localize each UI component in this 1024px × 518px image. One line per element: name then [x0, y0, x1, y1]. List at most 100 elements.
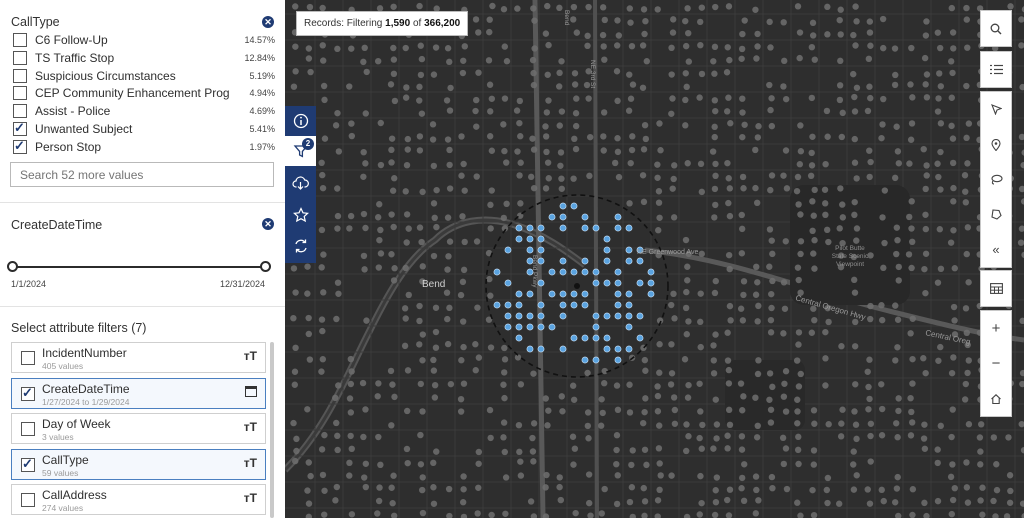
clear-calltype-icon[interactable]: ✕	[262, 16, 274, 28]
map-search-button[interactable]	[981, 11, 1011, 46]
incident-point	[839, 214, 847, 221]
incident-point	[320, 57, 327, 64]
zoom-in-button[interactable]: +	[981, 311, 1011, 346]
slider-min-handle[interactable]	[7, 261, 18, 272]
select-polygon-button[interactable]	[981, 197, 1011, 232]
incident-point	[866, 500, 874, 507]
incident-point	[853, 225, 861, 232]
incident-point	[642, 367, 649, 374]
attribute-checkbox[interactable]	[21, 493, 35, 507]
home-button[interactable]	[981, 381, 1011, 416]
attribute-filter-card[interactable]: CallAddress 274 values тT	[11, 484, 266, 515]
incident-point	[892, 357, 899, 364]
calltype-checkbox[interactable]	[13, 50, 27, 65]
attribute-filter-card[interactable]: Day of Week 3 values тT	[11, 413, 266, 444]
search-more-values-input[interactable]	[10, 162, 274, 187]
layer-list-control[interactable]	[980, 51, 1012, 88]
incident-point	[569, 382, 577, 389]
attribute-checkbox[interactable]	[21, 422, 35, 436]
calltype-option[interactable]: TS Traffic Stop 12.84%	[13, 50, 275, 67]
slider-max-handle[interactable]	[260, 261, 271, 272]
incident-point	[503, 200, 510, 208]
calltype-option[interactable]: Person Stop 1.97%	[13, 138, 275, 156]
map-view[interactable]: Bend Central Oregon Hwy Central Oreg NE Gre…	[285, 0, 1024, 518]
select-point-button[interactable]	[981, 127, 1011, 162]
incident-point	[558, 58, 565, 65]
incident-point	[375, 380, 382, 387]
incident-point	[740, 278, 748, 285]
incident-point	[402, 264, 409, 272]
filter-button[interactable]: 2	[285, 136, 316, 166]
incident-point	[375, 433, 382, 441]
incident-point	[529, 448, 537, 455]
incident-point	[739, 95, 746, 102]
incident-point	[697, 290, 704, 297]
incident-point	[726, 212, 734, 220]
favorite-button[interactable]	[285, 200, 316, 230]
incident-point	[950, 198, 957, 205]
select-pointer-button[interactable]	[981, 92, 1011, 127]
incident-point	[614, 135, 621, 142]
clear-date-icon[interactable]: ✕	[262, 218, 274, 230]
incident-point	[332, 497, 339, 504]
calltype-checkbox[interactable]	[13, 68, 27, 83]
calltype-checkbox[interactable]	[13, 138, 27, 154]
incident-point	[867, 315, 874, 323]
incident-point	[668, 370, 676, 377]
incident-point	[641, 446, 649, 453]
select-lasso-button[interactable]	[981, 162, 1011, 197]
table-control[interactable]	[980, 270, 1012, 307]
incident-point	[486, 406, 494, 414]
search-control[interactable]	[980, 10, 1012, 47]
refresh-button[interactable]	[285, 231, 316, 261]
download-button[interactable]	[285, 168, 316, 198]
incident-point	[836, 82, 844, 89]
info-button[interactable]	[285, 106, 316, 136]
incident-point	[920, 435, 928, 442]
map-canvas[interactable]: BendCentral Oregon HwyCentral OregNE Gre…	[285, 0, 1024, 518]
incident-point	[402, 94, 410, 101]
attribute-checkbox[interactable]	[21, 351, 35, 365]
incident-point	[867, 420, 875, 427]
zoom-out-button[interactable]: −	[981, 346, 1011, 381]
calltype-option[interactable]: CEP Community Enhancement Prog 4.94%	[13, 85, 275, 102]
calltype-checkbox[interactable]	[13, 86, 27, 101]
calltype-checkbox[interactable]	[13, 120, 27, 136]
panel-scrollbar[interactable]	[270, 342, 274, 518]
collapse-tools-button[interactable]: «	[981, 232, 1011, 267]
attribute-filter-card[interactable]: CreateDateTime1/27/2024 to 1/29/2024	[11, 377, 266, 409]
incident-point	[1006, 472, 1014, 479]
attribute-filter-card[interactable]: IncidentNumber 405 values тT	[11, 342, 266, 373]
attribute-checkbox[interactable]	[21, 456, 35, 472]
incident-point	[894, 434, 901, 441]
calltype-checkbox[interactable]	[13, 33, 27, 47]
attribute-filter-card[interactable]: CallType59 values тT	[11, 448, 266, 480]
incident-point	[866, 356, 873, 363]
calltype-checkbox[interactable]	[13, 104, 27, 119]
date-range-slider[interactable]	[13, 266, 266, 268]
incident-point	[473, 96, 480, 104]
attribute-checkbox[interactable]	[21, 385, 35, 401]
incident-point	[626, 498, 634, 506]
calltype-option[interactable]: Unwanted Subject 5.41%	[13, 120, 275, 138]
incident-point	[1006, 499, 1014, 506]
incident-point	[516, 172, 523, 179]
incident-point	[433, 186, 440, 194]
home-icon	[991, 393, 1001, 404]
incident-point	[922, 250, 930, 257]
incident-point	[795, 276, 802, 284]
incident-point	[307, 68, 314, 76]
layer-list-button[interactable]	[981, 52, 1011, 87]
incident-point	[346, 472, 353, 479]
calltype-option[interactable]: C6 Follow-Up 14.57%	[13, 32, 275, 49]
incident-point	[654, 497, 662, 504]
incident-point	[361, 266, 368, 273]
refresh-icon	[294, 239, 307, 253]
incident-point	[822, 382, 829, 389]
text-type-icon: тT	[243, 349, 257, 363]
calltype-option[interactable]: Suspicious Circumstances 5.19%	[13, 68, 275, 85]
attribute-table-button[interactable]	[981, 271, 1011, 306]
calltype-option[interactable]: Assist - Police 4.69%	[13, 103, 275, 120]
filtered-incident-point	[625, 257, 633, 265]
incident-point	[639, 42, 647, 49]
